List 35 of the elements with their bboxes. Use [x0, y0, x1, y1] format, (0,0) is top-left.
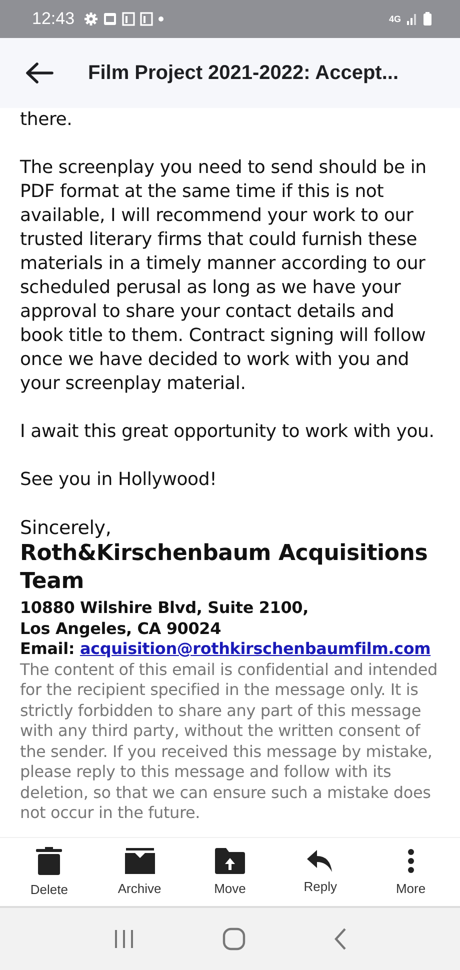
battery-icon — [423, 12, 432, 26]
tablet-icon — [140, 12, 153, 26]
email-subject-title: Film Project 2021-2022: Accept... — [88, 62, 399, 84]
address-line: 10880 Wilshire Blvd, Suite 2100, — [20, 598, 310, 618]
tray-icon — [124, 848, 155, 874]
reply-icon — [307, 850, 334, 872]
move-button[interactable]: Move — [190, 842, 270, 902]
disclaimer-text: The content of this email is confidential and intended for the recipient specified in the message only. It is strictly forbidden to share any part of this message with any third party, without the written consent of the sender. If you received this message by mistake, please reply to this message and follow with its deletion, so that we can ensure such a mistake does not occur in the future. — [20, 660, 438, 824]
tablet-icon — [122, 12, 135, 26]
network-type: 4G — [388, 14, 401, 24]
closing-text: Sincerely, — [20, 516, 112, 540]
signal-icon — [406, 13, 418, 25]
photo-icon — [102, 12, 117, 26]
body-paragraph: See you in Hollywood! — [20, 468, 218, 492]
gear-icon — [84, 12, 98, 26]
back-arrow-icon[interactable] — [24, 61, 54, 85]
trash-icon — [36, 847, 62, 875]
more-vertical-icon — [406, 848, 415, 874]
delete-button[interactable]: Delete — [9, 841, 90, 903]
more-button[interactable]: More — [370, 842, 451, 902]
email-label: Email: — [20, 639, 75, 658]
back-icon[interactable] — [332, 928, 347, 950]
dot-icon — [158, 16, 164, 22]
address-line: Los Angeles, CA 90024 — [20, 618, 222, 639]
archive-button[interactable]: Archive — [100, 842, 180, 902]
body-paragraph: The screenplay you need to send should be in PDF format at the same time if this is not available, I will recommend your work to our trusted literary firms that could furnish these materials in a timely manner according to our scheduled perusal as long as we have your approval to share your contact details and book title to them. Contract signing will follow once we have decided to work with you and your screenplay material. — [20, 156, 428, 396]
body-paragraph: there. — [20, 108, 74, 132]
email-link[interactable]: acquisition@rothkirschenbaumfilm.com — [80, 639, 431, 658]
signature-name: Roth&Kirschenbaum Acquisitions Team — [20, 540, 429, 596]
reply-button[interactable]: Reply — [280, 844, 360, 900]
home-icon[interactable] — [222, 927, 246, 951]
body-paragraph: I await this great opportunity to work with you. — [20, 420, 436, 444]
recent-apps-icon[interactable] — [113, 929, 136, 949]
clock-time: 12:43 — [32, 9, 75, 29]
folder-upload-icon — [214, 848, 245, 874]
